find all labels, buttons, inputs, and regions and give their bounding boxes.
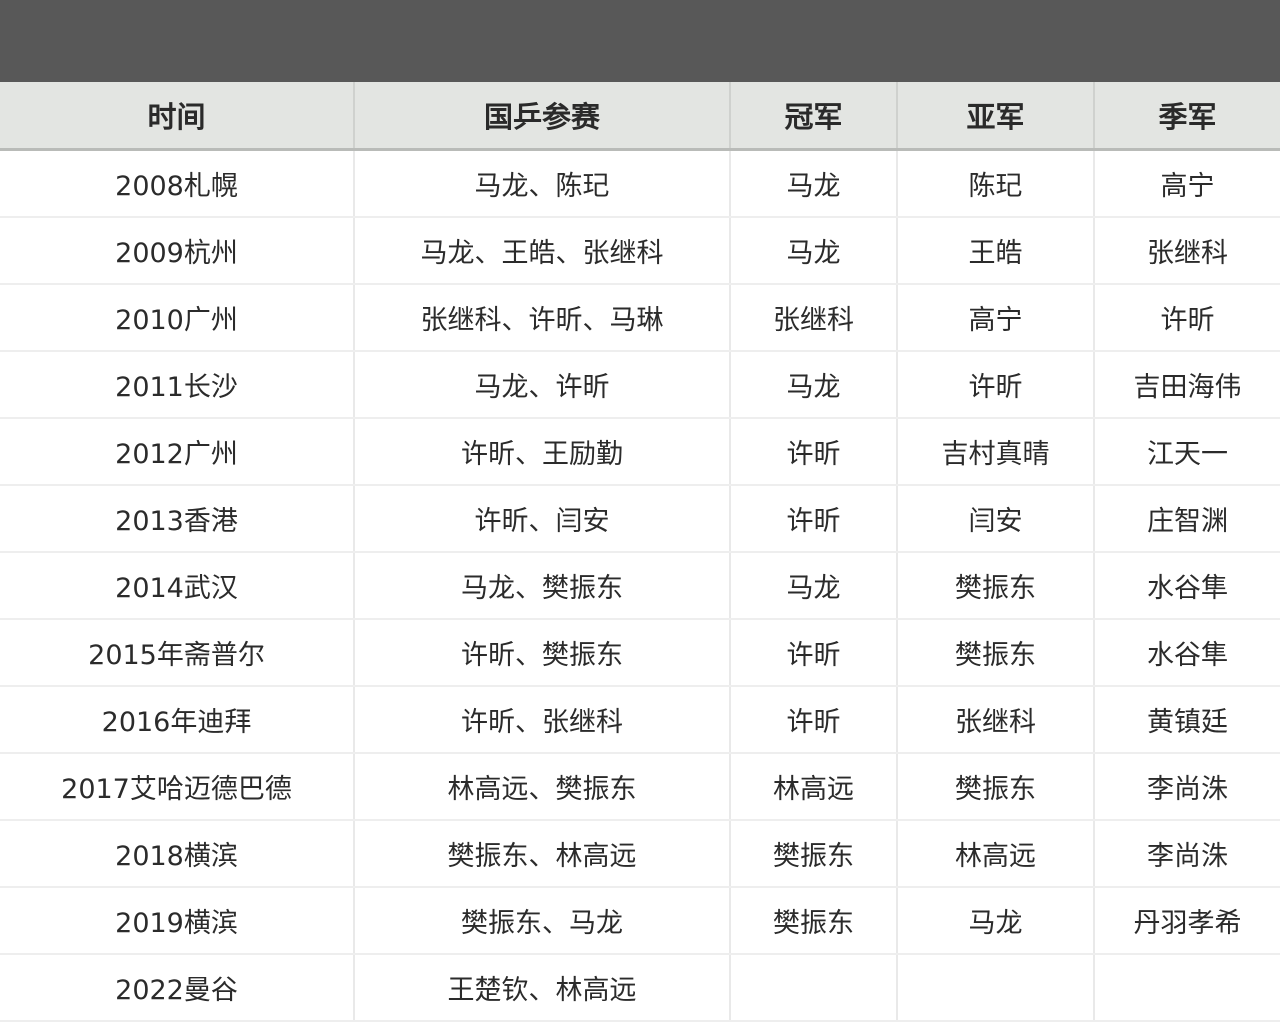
table-row: 2010广州 张继科、许昕、马琳 张继科 高宁 许昕 [0, 284, 1280, 352]
champion-cell: 樊振东 [729, 887, 897, 955]
runner-up-cell: 林高远 [896, 820, 1094, 888]
table-row: 2015年斋普尔 许昕、樊振东 许昕 樊振东 水谷隼 [0, 619, 1280, 687]
runner-up-cell: 王皓 [896, 217, 1094, 285]
time-cell: 2022曼谷 [0, 954, 354, 1022]
runner-up-cell: 马龙 [896, 887, 1094, 955]
champion-cell: 马龙 [729, 149, 897, 218]
third-place-cell: 吉田海伟 [1093, 351, 1280, 419]
third-place-cell: 庄智渊 [1093, 485, 1280, 553]
third-place-cell: 江天一 [1093, 418, 1280, 486]
table-row: 2009杭州 马龙、王皓、张继科 马龙 王皓 张继科 [0, 217, 1280, 285]
champion-cell: 马龙 [729, 217, 897, 285]
champion-cell: 许昕 [729, 418, 897, 486]
champion-cell: 许昕 [729, 686, 897, 754]
champion-cell: 林高远 [729, 753, 897, 821]
header-row: 时间 国乒参赛 冠军 亚军 季军 [0, 82, 1280, 151]
runner-up-cell: 陈玘 [896, 149, 1094, 218]
table-row: 2014武汉 马龙、樊振东 马龙 樊振东 水谷隼 [0, 552, 1280, 620]
champion-cell: 许昕 [729, 619, 897, 687]
third-place-cell: 许昕 [1093, 284, 1280, 352]
participants-cell: 樊振东、林高远 [353, 820, 730, 888]
champion-cell: 马龙 [729, 351, 897, 419]
results-table: 时间 国乒参赛 冠军 亚军 季军 2008札幌 马龙、陈玘 马龙 陈玘 高宁 2009杭州… [0, 82, 1280, 1022]
third-place-cell: 高宁 [1093, 149, 1280, 218]
participants-cell: 许昕、张继科 [353, 686, 730, 754]
time-cell: 2012广州 [0, 418, 354, 486]
time-cell: 2008札幌 [0, 149, 354, 218]
participants-cell: 林高远、樊振东 [353, 753, 730, 821]
participants-cell: 马龙、许昕 [353, 351, 730, 419]
time-cell: 2017艾哈迈德巴德 [0, 753, 354, 821]
table-row: 2008札幌 马龙、陈玘 马龙 陈玘 高宁 [0, 149, 1280, 218]
third-place-cell [1093, 954, 1280, 1022]
table-row: 2013香港 许昕、闫安 许昕 闫安 庄智渊 [0, 485, 1280, 553]
champion-cell: 樊振东 [729, 820, 897, 888]
header-runner-up: 亚军 [896, 82, 1094, 151]
time-cell: 2014武汉 [0, 552, 354, 620]
third-place-cell: 水谷隼 [1093, 619, 1280, 687]
runner-up-cell: 许昕 [896, 351, 1094, 419]
table-row: 2018横滨 樊振东、林高远 樊振东 林高远 李尚洙 [0, 820, 1280, 888]
participants-cell: 张继科、许昕、马琳 [353, 284, 730, 352]
table-row: 2016年迪拜 许昕、张继科 许昕 张继科 黄镇廷 [0, 686, 1280, 754]
third-place-cell: 李尚洙 [1093, 753, 1280, 821]
runner-up-cell: 樊振东 [896, 753, 1094, 821]
time-cell: 2010广州 [0, 284, 354, 352]
champion-cell: 许昕 [729, 485, 897, 553]
champion-cell: 马龙 [729, 552, 897, 620]
time-cell: 2015年斋普尔 [0, 619, 354, 687]
time-cell: 2016年迪拜 [0, 686, 354, 754]
participants-cell: 马龙、陈玘 [353, 149, 730, 218]
runner-up-cell: 吉村真晴 [896, 418, 1094, 486]
time-cell: 2011长沙 [0, 351, 354, 419]
header-third-place: 季军 [1093, 82, 1280, 151]
participants-cell: 许昕、樊振东 [353, 619, 730, 687]
table-row: 2012广州 许昕、王励勤 许昕 吉村真晴 江天一 [0, 418, 1280, 486]
third-place-cell: 李尚洙 [1093, 820, 1280, 888]
runner-up-cell: 张继科 [896, 686, 1094, 754]
third-place-cell: 黄镇廷 [1093, 686, 1280, 754]
header-time: 时间 [0, 82, 354, 151]
runner-up-cell [896, 954, 1094, 1022]
participants-cell: 王楚钦、林高远 [353, 954, 730, 1022]
runner-up-cell: 闫安 [896, 485, 1094, 553]
table-row: 2019横滨 樊振东、马龙 樊振东 马龙 丹羽孝希 [0, 887, 1280, 955]
participants-cell: 马龙、樊振东 [353, 552, 730, 620]
table-row: 2022曼谷 王楚钦、林高远 [0, 954, 1280, 1022]
table-row: 2011长沙 马龙、许昕 马龙 许昕 吉田海伟 [0, 351, 1280, 419]
participants-cell: 樊振东、马龙 [353, 887, 730, 955]
runner-up-cell: 樊振东 [896, 552, 1094, 620]
champion-cell [729, 954, 897, 1022]
runner-up-cell: 樊振东 [896, 619, 1094, 687]
time-cell: 2009杭州 [0, 217, 354, 285]
table-body: 2008札幌 马龙、陈玘 马龙 陈玘 高宁 2009杭州 马龙、王皓、张继科 马龙 王皓 张继科 2… [0, 149, 1280, 1022]
header-participants: 国乒参赛 [353, 82, 730, 151]
top-dark-bar [0, 0, 1280, 82]
participants-cell: 马龙、王皓、张继科 [353, 217, 730, 285]
third-place-cell: 水谷隼 [1093, 552, 1280, 620]
header-champion: 冠军 [729, 82, 897, 151]
runner-up-cell: 高宁 [896, 284, 1094, 352]
table-row: 2017艾哈迈德巴德 林高远、樊振东 林高远 樊振东 李尚洙 [0, 753, 1280, 821]
third-place-cell: 丹羽孝希 [1093, 887, 1280, 955]
time-cell: 2018横滨 [0, 820, 354, 888]
time-cell: 2019横滨 [0, 887, 354, 955]
participants-cell: 许昕、王励勤 [353, 418, 730, 486]
time-cell: 2013香港 [0, 485, 354, 553]
participants-cell: 许昕、闫安 [353, 485, 730, 553]
champion-cell: 张继科 [729, 284, 897, 352]
third-place-cell: 张继科 [1093, 217, 1280, 285]
